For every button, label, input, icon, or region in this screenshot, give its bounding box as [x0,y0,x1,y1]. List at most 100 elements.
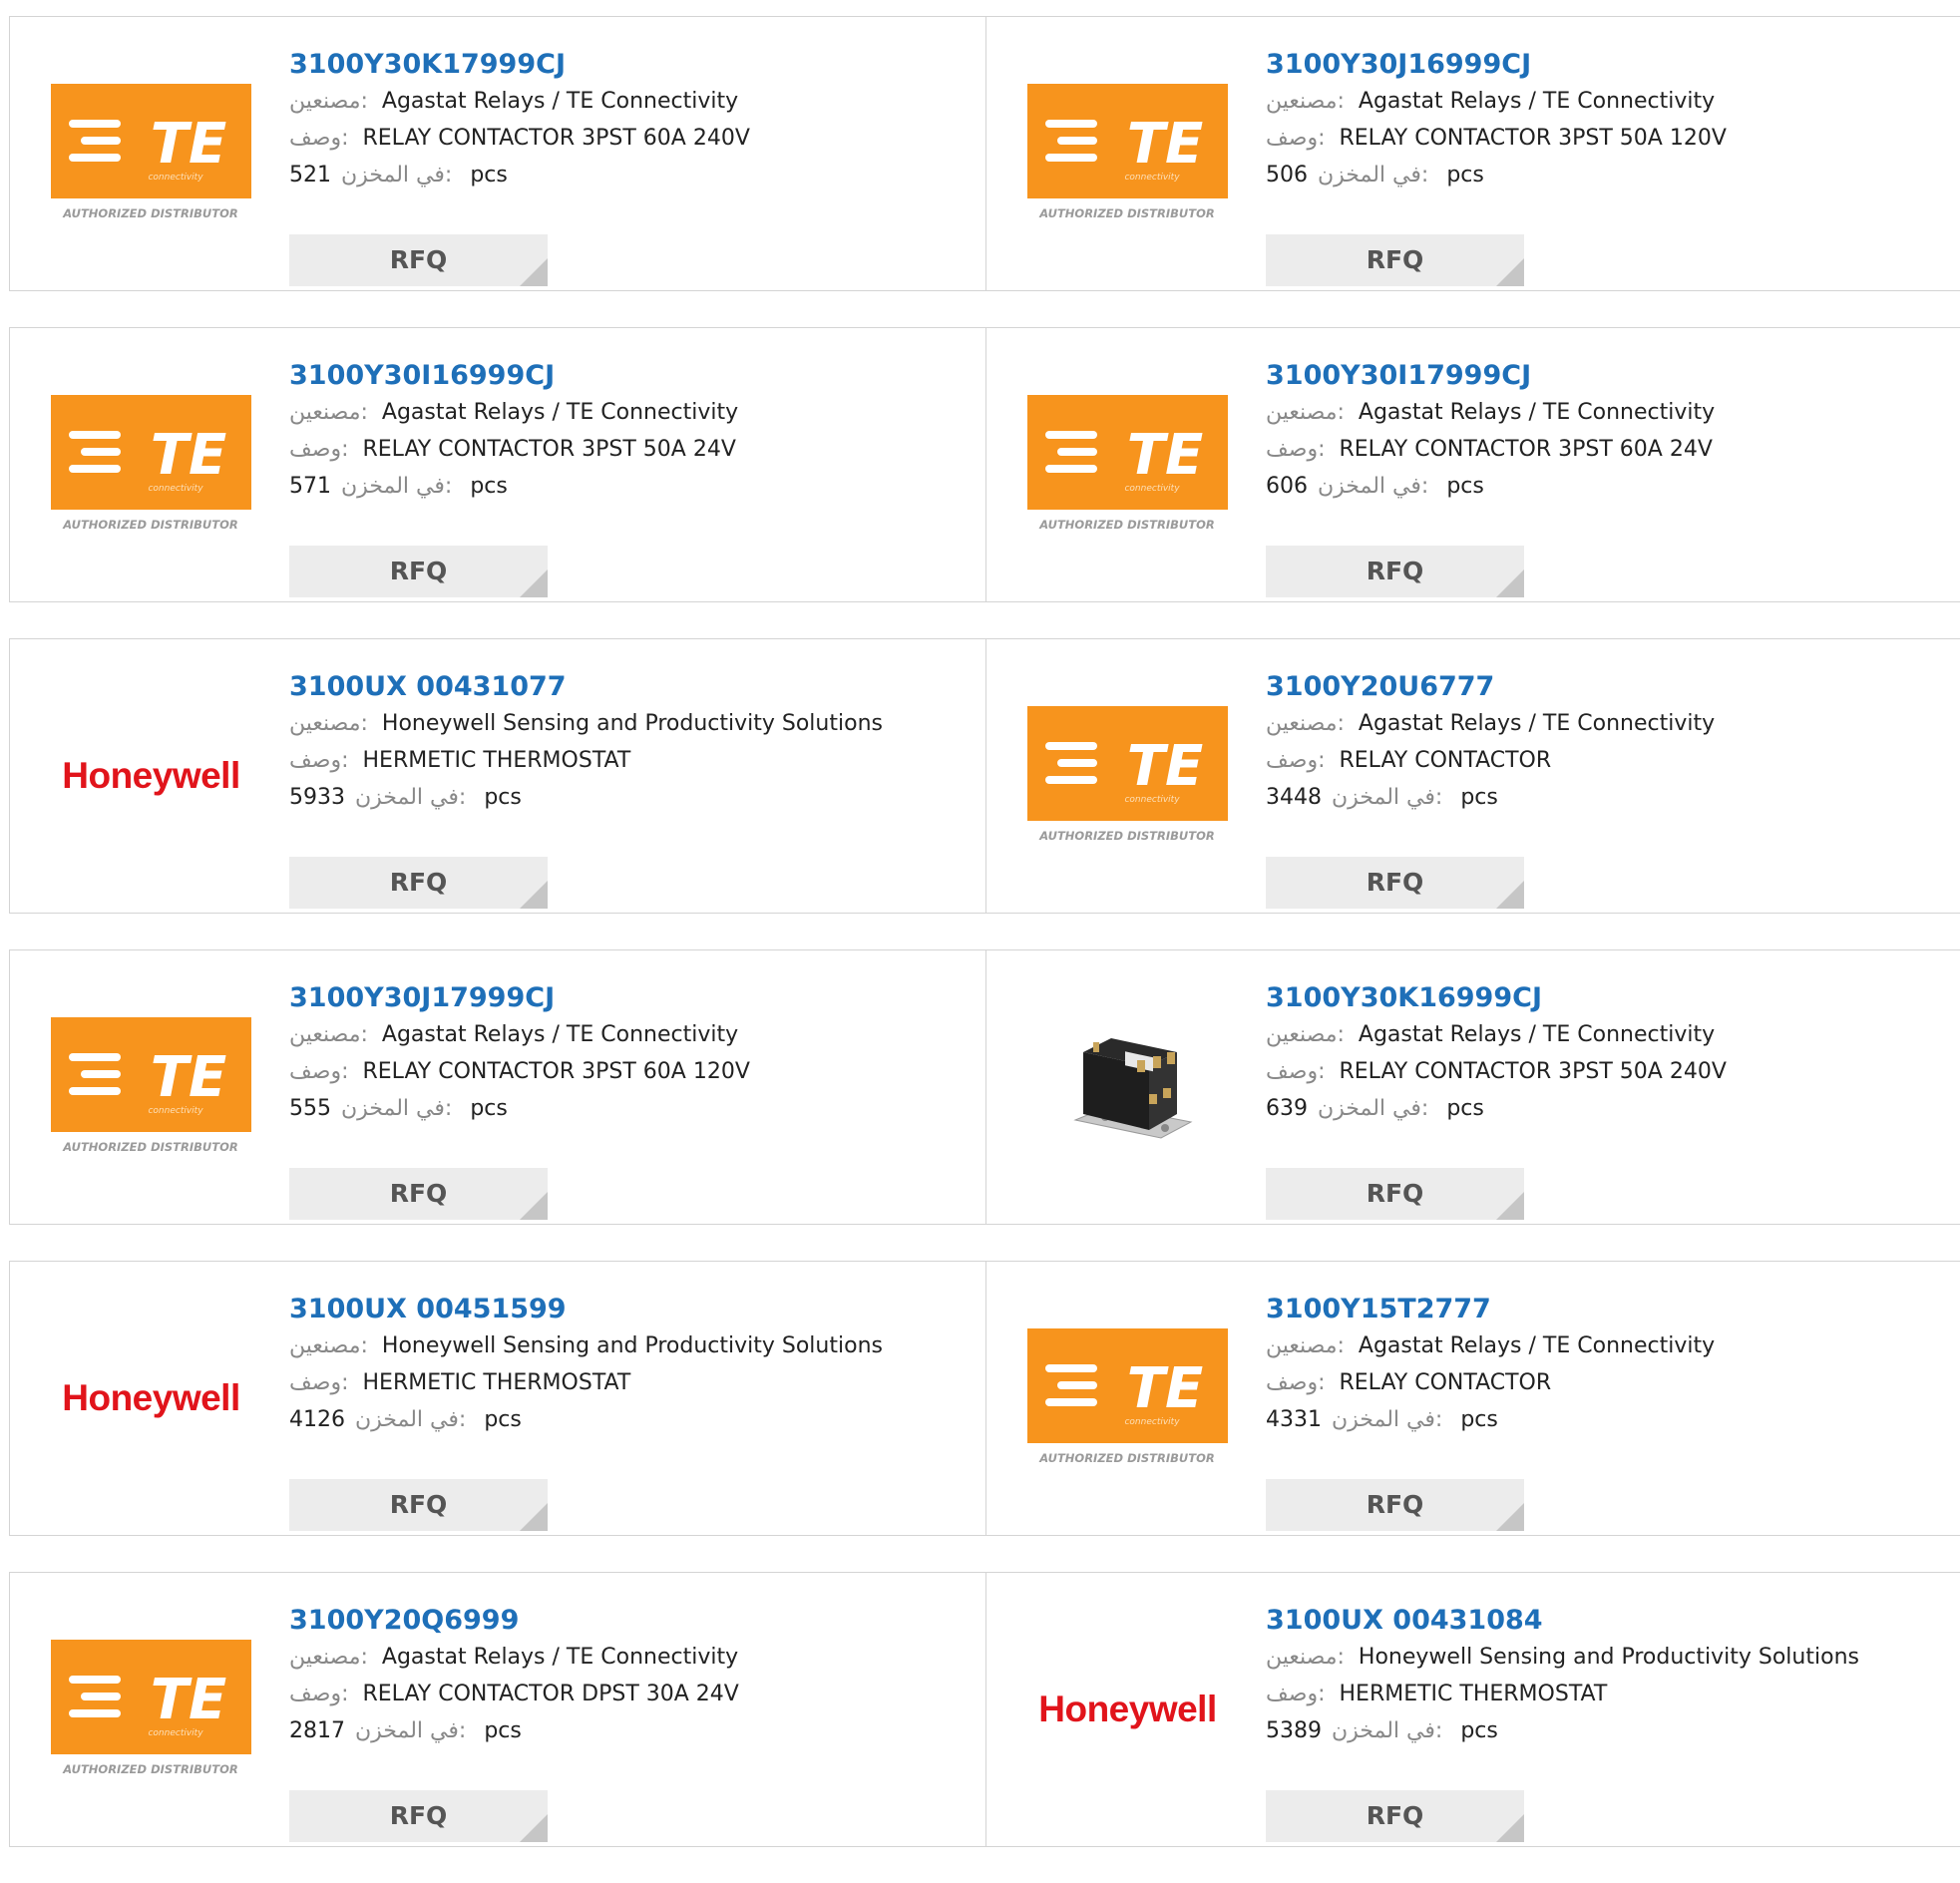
stock-unit: pcs [484,1407,522,1432]
manufacturer-label: مصنعين: [1266,89,1345,114]
manufacturer-value: Honeywell Sensing and Productivity Solut… [1358,1645,1859,1670]
product-info: 3100Y30I17999CJ مصنعين: Agastat Relays / … [1266,358,1944,597]
stock-quantity: 5933 [289,785,345,810]
manufacturer-row: مصنعين: Agastat Relays / TE Connectivity [1266,705,1944,742]
stock-label: في المخزن: [355,1407,467,1432]
part-number-link[interactable]: 3100UX 00431084 [1266,1603,1944,1639]
rfq-button[interactable]: RFQ [289,1790,548,1842]
rfq-button[interactable]: RFQ [289,234,548,286]
manufacturer-row: مصنعين: Agastat Relays / TE Connectivity [289,394,968,431]
manufacturer-row: مصنعين: Agastat Relays / TE Connectivity [1266,394,1944,431]
manufacturer-logo[interactable] [1026,1001,1229,1173]
svg-text:TE: TE [1127,734,1203,799]
manufacturer-logo[interactable]: TE connectivity AUTHORIZED DISTRIBUTOR [1026,690,1229,862]
product-card: TE connectivity AUTHORIZED DISTRIBUTOR 3… [9,327,986,602]
stock-quantity: 639 [1266,1096,1308,1121]
rfq-button[interactable]: RFQ [1266,1168,1524,1220]
svg-text:connectivity: connectivity [1124,795,1180,805]
description-value: RELAY CONTACTOR 3PST 50A 24V [362,437,736,462]
manufacturer-logo[interactable]: Honeywell [50,690,252,862]
description-label: وصف: [289,437,349,462]
manufacturer-logo[interactable]: TE connectivity AUTHORIZED DISTRIBUTOR [1026,379,1229,551]
stock-label: في المخزن: [341,163,453,188]
manufacturer-value: Honeywell Sensing and Productivity Solut… [381,711,883,736]
stock-label: في المخزن: [1318,1096,1429,1121]
manufacturer-value: Agastat Relays / TE Connectivity [381,400,739,425]
part-number-link[interactable]: 3100Y30K17999CJ [289,47,968,83]
part-number-link[interactable]: 3100Y30I16999CJ [289,358,968,394]
stock-row: 571 في المخزن: pcs [289,468,968,505]
product-info: 3100Y30K17999CJ مصنعين: Agastat Relays / … [289,47,968,286]
stock-unit: pcs [1460,785,1498,810]
relay-contactor-photo-icon [1072,1038,1192,1139]
manufacturer-logo[interactable]: Honeywell [50,1313,252,1484]
description-label: وصف: [289,126,349,151]
rfq-button[interactable]: RFQ [1266,234,1524,286]
description-label: وصف: [289,1682,349,1706]
stock-quantity: 3448 [1266,785,1322,810]
description-row: وصف: RELAY CONTACTOR 3PST 50A 24V [289,431,968,468]
manufacturer-row: مصنعين: Honeywell Sensing and Productivit… [289,1327,968,1364]
description-label: وصف: [1266,1370,1326,1395]
stock-unit: pcs [484,1718,522,1743]
svg-text:AUTHORIZED DISTRIBUTOR: AUTHORIZED DISTRIBUTOR [1038,206,1215,220]
part-number-link[interactable]: 3100Y20Q6999 [289,1603,968,1639]
svg-text:TE: TE [151,1668,226,1732]
rfq-button[interactable]: RFQ [1266,1790,1524,1842]
manufacturer-label: مصنعين: [289,89,368,114]
manufacturer-label: مصنعين: [1266,400,1345,425]
manufacturer-row: مصنعين: Agastat Relays / TE Connectivity [289,1016,968,1053]
stock-row: 3448 في المخزن: pcs [1266,779,1944,816]
part-number-link[interactable]: 3100UX 00431077 [289,669,968,705]
stock-unit: pcs [1460,1718,1498,1743]
part-number-link[interactable]: 3100Y15T2777 [1266,1292,1944,1327]
manufacturer-value: Agastat Relays / TE Connectivity [1358,400,1716,425]
part-number-link[interactable]: 3100Y30J16999CJ [1266,47,1944,83]
rfq-button[interactable]: RFQ [1266,1479,1524,1531]
description-row: وصف: RELAY CONTACTOR DPST 30A 24V [289,1676,968,1712]
svg-text:connectivity: connectivity [1124,173,1180,183]
stock-quantity: 571 [289,474,331,499]
te-connectivity-logo-icon: TE connectivity AUTHORIZED DISTRIBUTOR [51,1640,251,1776]
manufacturer-value: Agastat Relays / TE Connectivity [381,1022,739,1047]
manufacturer-logo[interactable]: TE connectivity AUTHORIZED DISTRIBUTOR [1026,1313,1229,1484]
product-info: 3100UX 00431084 مصنعين: Honeywell Sensing… [1266,1603,1944,1842]
rfq-button[interactable]: RFQ [289,1168,548,1220]
stock-unit: pcs [1446,163,1484,188]
part-number-link[interactable]: 3100Y30I17999CJ [1266,358,1944,394]
description-label: وصف: [1266,1682,1326,1706]
manufacturer-row: مصنعين: Agastat Relays / TE Connectivity [1266,1327,1944,1364]
manufacturer-logo[interactable]: TE connectivity AUTHORIZED DISTRIBUTOR [50,68,252,239]
te-connectivity-logo-icon: TE connectivity AUTHORIZED DISTRIBUTOR [1027,395,1228,532]
part-number-link[interactable]: 3100Y20U6777 [1266,669,1944,705]
description-value: HERMETIC THERMOSTAT [362,1370,631,1395]
manufacturer-logo[interactable]: TE connectivity AUTHORIZED DISTRIBUTOR [50,1624,252,1795]
svg-text:AUTHORIZED DISTRIBUTOR: AUTHORIZED DISTRIBUTOR [62,206,238,220]
product-card: TE connectivity AUTHORIZED DISTRIBUTOR 3… [986,1261,1960,1536]
svg-text:TE: TE [1127,112,1203,177]
description-value: RELAY CONTACTOR 3PST 60A 120V [362,1059,750,1084]
product-info: 3100Y30K16999CJ مصنعين: Agastat Relays / … [1266,980,1944,1220]
rfq-button[interactable]: RFQ [1266,857,1524,909]
part-number-link[interactable]: 3100UX 00451599 [289,1292,968,1327]
rfq-button[interactable]: RFQ [1266,546,1524,597]
rfq-button[interactable]: RFQ [289,546,548,597]
stock-label: في المخزن: [1332,1407,1443,1432]
stock-row: 4126 في المخزن: pcs [289,1401,968,1438]
manufacturer-logo[interactable]: TE connectivity AUTHORIZED DISTRIBUTOR [50,379,252,551]
stock-quantity: 521 [289,163,331,188]
manufacturer-logo[interactable]: Honeywell [1026,1624,1229,1795]
product-card: TE connectivity AUTHORIZED DISTRIBUTOR 3… [986,16,1960,291]
honeywell-logo: Honeywell [62,1377,240,1418]
rfq-button[interactable]: RFQ [289,1479,548,1531]
product-card: TE connectivity AUTHORIZED DISTRIBUTOR 3… [9,1572,986,1847]
rfq-button[interactable]: RFQ [289,857,548,909]
part-number-link[interactable]: 3100Y30K16999CJ [1266,980,1944,1016]
manufacturer-logo[interactable]: TE connectivity AUTHORIZED DISTRIBUTOR [1026,68,1229,239]
description-value: RELAY CONTACTOR 3PST 50A 240V [1339,1059,1727,1084]
part-number-link[interactable]: 3100Y30J17999CJ [289,980,968,1016]
svg-text:TE: TE [151,112,226,177]
description-value: RELAY CONTACTOR 3PST 50A 120V [1339,126,1727,151]
manufacturer-logo[interactable]: TE connectivity AUTHORIZED DISTRIBUTOR [50,1001,252,1173]
svg-text:connectivity: connectivity [1124,484,1180,494]
